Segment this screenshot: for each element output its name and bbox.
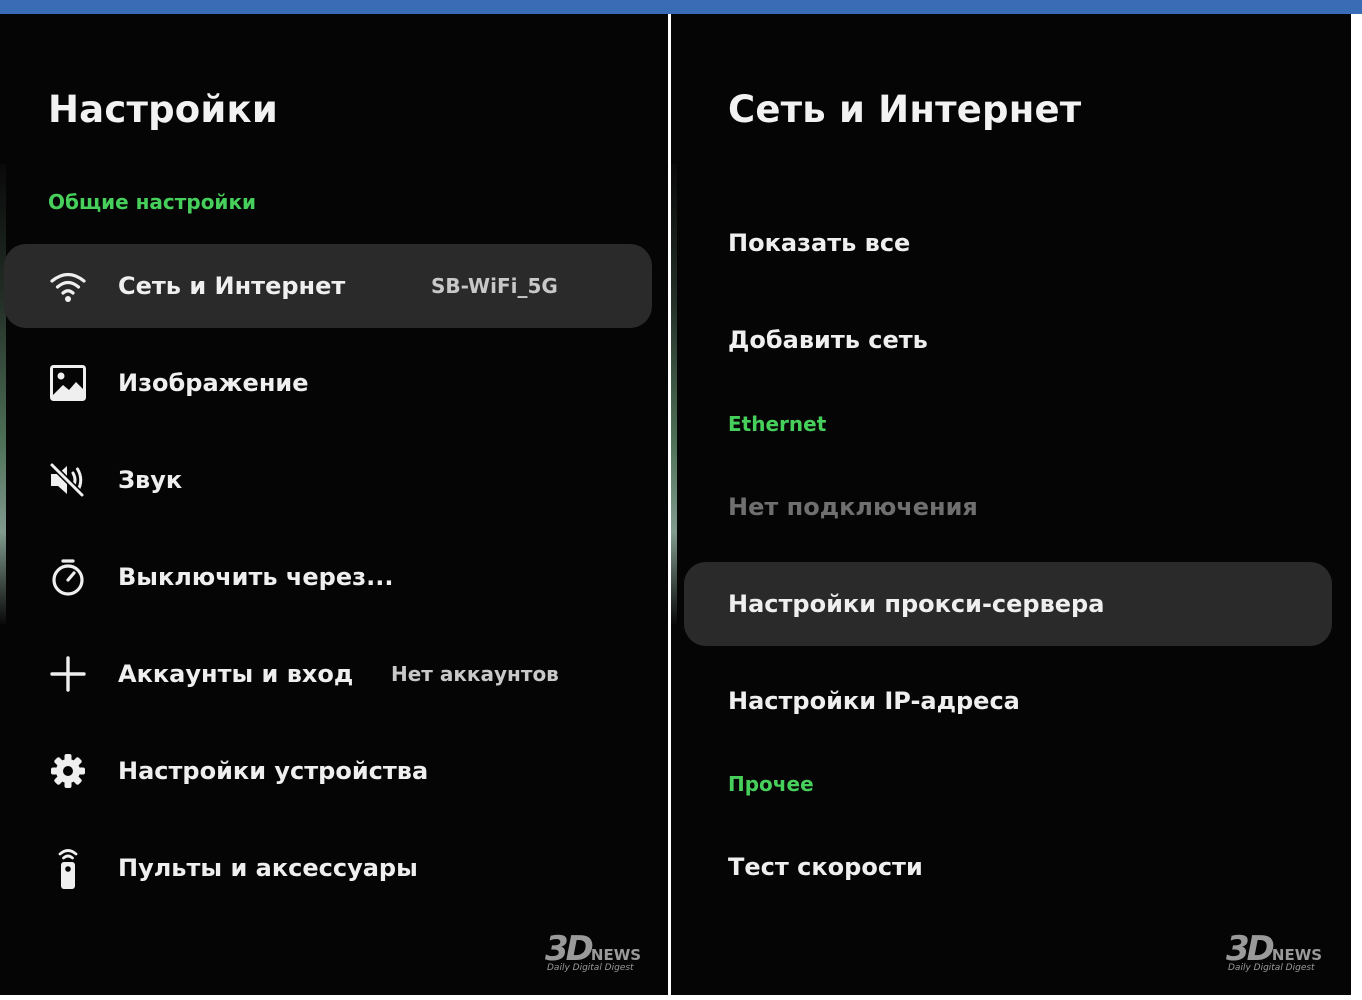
image-icon [48, 363, 88, 403]
page-title: Сеть и Интернет [728, 88, 1082, 131]
menu-item-sound[interactable]: Звук [4, 438, 652, 522]
menu-item-label: Изображение [118, 369, 309, 397]
add-network-item[interactable]: Добавить сеть [684, 298, 1332, 382]
speed-test-item[interactable]: Тест скорости [684, 825, 1332, 909]
menu-item-image[interactable]: Изображение [4, 341, 652, 425]
ethernet-status-item: Нет подключения [728, 493, 978, 521]
menu-item-device-settings[interactable]: Настройки устройства [4, 729, 652, 813]
watermark-logo: 3DNEWS Daily Digital Digest [545, 929, 642, 973]
plus-icon [48, 654, 88, 694]
show-all-item[interactable]: Показать все [684, 201, 1332, 285]
menu-item-remotes[interactable]: Пульты и аксессуары [4, 826, 652, 910]
section-header-ethernet: Ethernet [728, 412, 827, 436]
menu-item-label: Выключить через... [118, 563, 394, 591]
menu-item-sleep-timer[interactable]: Выключить через... [4, 535, 652, 619]
ip-settings-item[interactable]: Настройки IP-адреса [684, 659, 1332, 743]
settings-panel: Настройки Общие настройки Сеть и Интерне… [0, 14, 668, 995]
top-strip [0, 0, 1362, 14]
page-title: Настройки [48, 88, 278, 131]
gear-icon [48, 751, 88, 791]
menu-item-label: Аккаунты и вход [118, 660, 354, 688]
menu-item-label: Звук [118, 466, 183, 494]
menu-item-label: Пульты и аксессуары [118, 854, 418, 882]
sound-muted-icon [48, 460, 88, 500]
section-header-general: Общие настройки [48, 190, 257, 214]
menu-item-label: Настройки устройства [118, 757, 429, 785]
background-sliver [671, 164, 677, 624]
menu-item-label: Сеть и Интернет [118, 272, 346, 300]
watermark-logo: 3DNEWS Daily Digital Digest [1226, 929, 1323, 973]
wifi-icon [48, 266, 88, 306]
remote-icon [48, 848, 88, 889]
timer-icon [48, 557, 88, 597]
menu-item-network[interactable]: Сеть и Интернет SB-WiFi_5G [4, 244, 652, 328]
network-panel: Сеть и Интернет Показать все Добавить се… [671, 14, 1351, 995]
accounts-value: Нет аккаунтов [391, 662, 559, 686]
menu-item-accounts[interactable]: Аккаунты и вход Нет аккаунтов [4, 632, 652, 716]
proxy-settings-item[interactable]: Настройки прокси-сервера [684, 562, 1332, 646]
section-header-other: Прочее [728, 772, 814, 796]
network-name-value: SB-WiFi_5G [431, 274, 558, 298]
